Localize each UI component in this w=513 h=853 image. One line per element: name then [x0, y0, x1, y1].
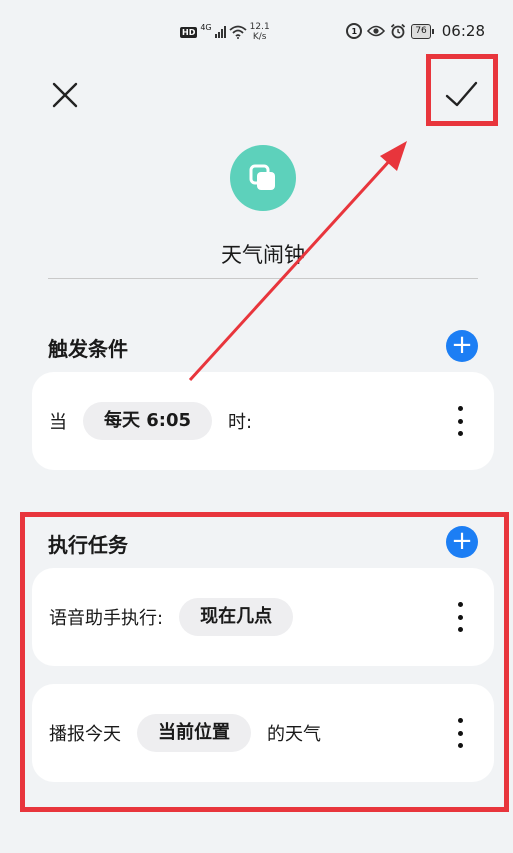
trigger-section-title: 触发条件 — [48, 337, 128, 361]
hd-badge: HD — [180, 26, 198, 38]
eye-icon — [367, 25, 386, 37]
close-icon — [52, 82, 78, 108]
status-time: 06:28 — [441, 22, 485, 40]
confirm-highlight-box — [426, 54, 498, 126]
app-icon[interactable] — [230, 145, 296, 211]
close-button[interactable] — [46, 76, 84, 114]
network-speed: 12.1 K/s — [250, 22, 270, 42]
data-saver-icon: 1 — [346, 23, 363, 39]
trigger-prefix: 当 — [49, 412, 67, 433]
trigger-card[interactable]: 当 每天 6:05 时: — [32, 372, 494, 470]
status-right: 1 76 06:28 — [346, 22, 485, 40]
screen: HD 4G 12.1 K/s 1 76 06:28 天气闹钟 触发条件 + 当 … — [0, 0, 513, 853]
shortcut-name-field[interactable]: 天气闹钟 — [48, 230, 478, 279]
tasks-highlight-box — [20, 512, 509, 812]
status-bar: HD 4G 12.1 K/s 1 76 06:28 — [0, 20, 513, 50]
network-type: 4G — [200, 22, 212, 32]
trigger-suffix: 时: — [228, 412, 253, 433]
trigger-time-chip[interactable]: 每天 6:05 — [83, 402, 213, 440]
battery-icon: 76 — [411, 23, 435, 39]
wifi-icon — [229, 25, 247, 39]
add-trigger-button[interactable]: + — [446, 330, 478, 362]
copy-icon — [249, 164, 275, 190]
signal-icon — [214, 26, 226, 38]
speed-unit: K/s — [252, 32, 267, 42]
trigger-more-icon[interactable] — [450, 406, 470, 436]
status-left: HD 4G 12.1 K/s — [180, 22, 270, 42]
alarm-icon — [391, 23, 406, 39]
speed-value: 12.1 — [249, 22, 270, 32]
